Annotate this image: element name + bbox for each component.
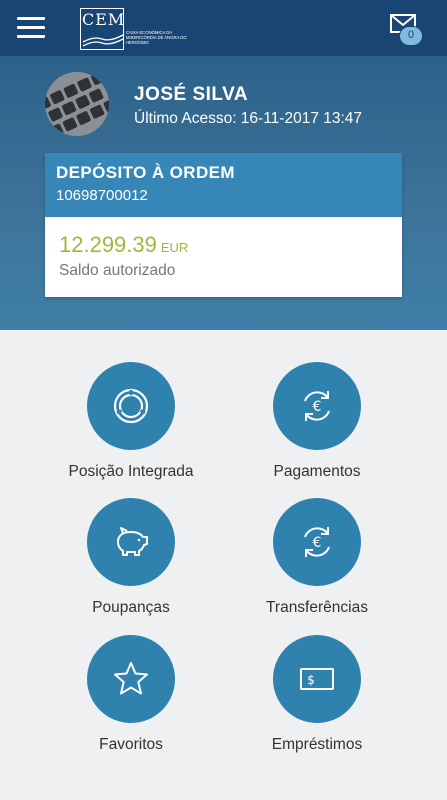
bank-logo: CEM Caixa Económica da Misericórdia de A… (80, 8, 190, 50)
menu-item-pagamentos[interactable]: € Pagamentos (227, 362, 407, 492)
avatar[interactable] (45, 72, 109, 136)
account-number: 10698700012 (56, 187, 148, 204)
piggy-bank-icon (117, 527, 148, 556)
menu-item-poupancas[interactable]: Poupanças (41, 498, 221, 628)
hamburger-menu-icon[interactable] (17, 17, 45, 39)
app-header (0, 0, 447, 56)
banknote-icon: $ (300, 668, 334, 690)
euro-cycle-icon: € (304, 527, 330, 557)
menu-item-label: Poupanças (92, 599, 170, 616)
user-name: JOSÉ SILVA (134, 84, 249, 105)
last-access-text: Último Acesso: 16-11-2017 13:47 (134, 110, 363, 127)
menu-item-label: Empréstimos (271, 736, 363, 753)
menu-item-icon-circle (87, 635, 175, 723)
balance-label: Saldo autorizado (59, 262, 176, 279)
balance: 12.299.39 EUR (59, 232, 188, 258)
account-card[interactable]: DEPÓSITO À ORDEM 10698700012 12.299.39 EU… (45, 153, 402, 297)
menu-item-icon-circle: € (273, 362, 361, 450)
menu-item-icon-circle (87, 362, 175, 450)
keyboard-photo (45, 72, 109, 136)
balance-amount: 12.299.39 (59, 232, 157, 257)
unread-count-badge: 0 (399, 26, 423, 46)
svg-text:€: € (313, 535, 322, 551)
menu-item-emprestimos[interactable]: $ Empréstimos (227, 635, 407, 765)
menu-item-label: Transferências (266, 599, 368, 616)
menu-item-icon-circle (87, 498, 175, 586)
menu-item-icon-circle: $ (273, 635, 361, 723)
logo-text: CEM (82, 10, 126, 29)
account-type: DEPÓSITO À ORDEM (56, 163, 235, 182)
euro-cycle-icon: € (304, 391, 330, 421)
menu-item-label: Posição Integrada (68, 463, 194, 480)
menu-item-posicao-integrada[interactable]: Posição Integrada (41, 362, 221, 492)
svg-text:$: $ (307, 673, 315, 687)
account-card-header: DEPÓSITO À ORDEM 10698700012 (45, 153, 402, 217)
star-icon (114, 662, 148, 695)
menu-item-label: Favoritos (99, 736, 163, 753)
svg-text:€: € (313, 399, 322, 415)
pie-chart-icon (113, 388, 149, 424)
menu-item-transferencias[interactable]: € Transferências (227, 498, 407, 628)
logo-subtitle: Caixa Económica da Misericórdia de Angra… (126, 30, 187, 45)
menu-item-icon-circle: € (273, 498, 361, 586)
menu-item-label: Pagamentos (273, 463, 361, 480)
balance-currency: EUR (160, 240, 189, 255)
menu-item-favoritos[interactable]: Favoritos (41, 635, 221, 765)
